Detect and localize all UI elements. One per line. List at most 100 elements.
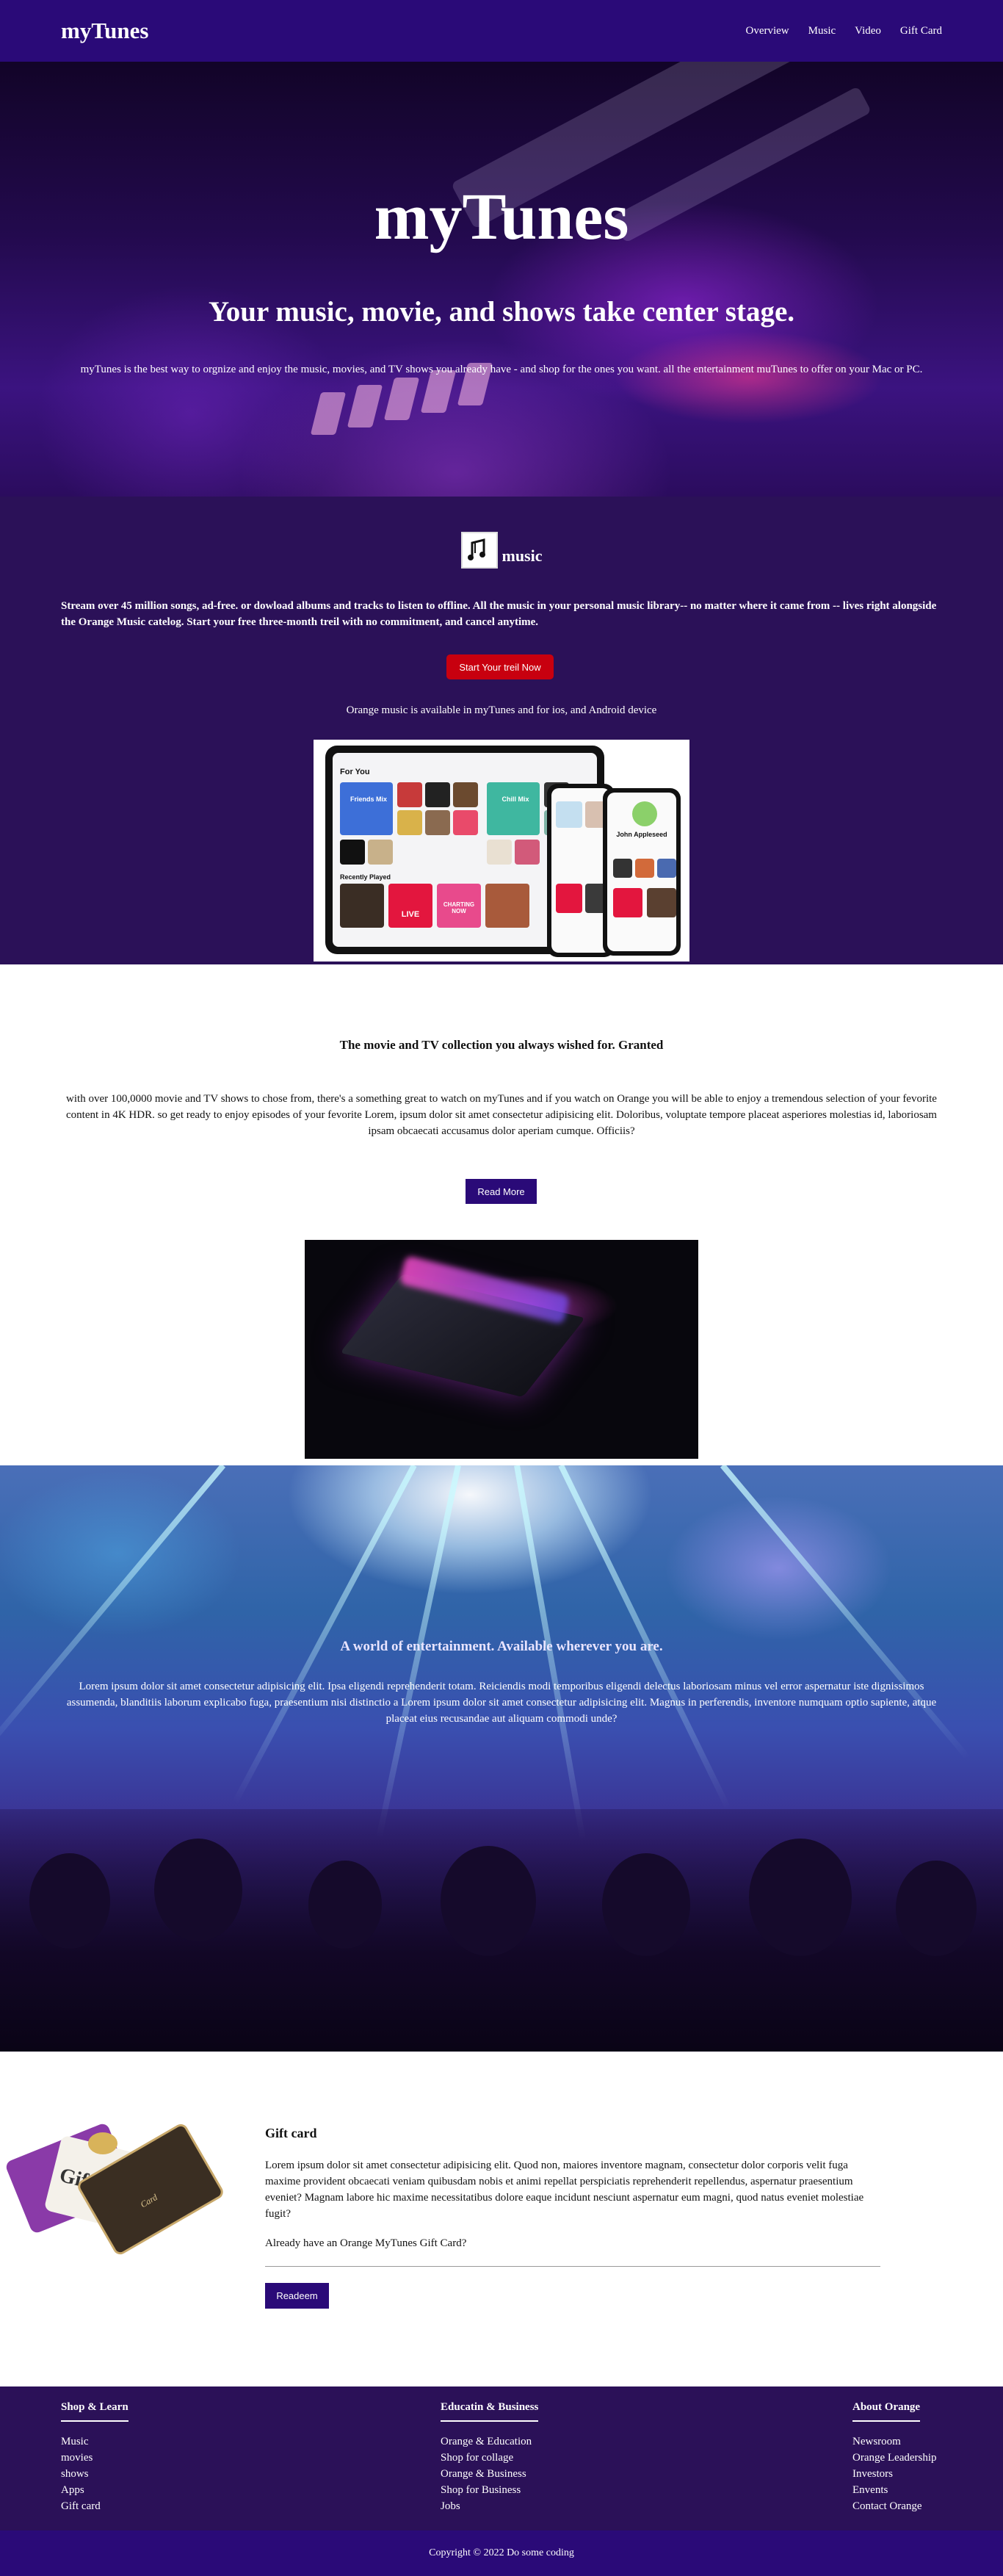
footer-link[interactable]: Orange & Education bbox=[441, 2434, 538, 2450]
profile-name: John Appleseed bbox=[616, 831, 667, 838]
live-radio-tile: LIVE bbox=[388, 884, 432, 928]
album-tile bbox=[556, 801, 582, 828]
live-radio-tile bbox=[613, 888, 642, 917]
crowd-head bbox=[896, 1861, 977, 1956]
chill-mix-tile: Chill Mix bbox=[487, 782, 540, 835]
redeem-button[interactable]: Readeem bbox=[265, 2283, 329, 2309]
read-more-button[interactable]: Read More bbox=[466, 1179, 537, 1204]
music-section: music Stream over 45 million songs, ad-f… bbox=[0, 497, 1003, 964]
devices-image: For You Friends Mix Chill Mix Recently P… bbox=[314, 740, 689, 962]
footer-link[interactable]: Shop for Business bbox=[441, 2482, 538, 2498]
phone-device: John Appleseed bbox=[603, 788, 681, 956]
brand-logo[interactable]: myTunes bbox=[61, 18, 148, 44]
footer-heading: Educatin & Business bbox=[441, 2401, 539, 2422]
divider bbox=[265, 2266, 880, 2267]
phone-screen: John Appleseed bbox=[607, 793, 676, 951]
crowd-head bbox=[29, 1853, 110, 1949]
gift-card-section: Gift Card Gift card Lorem ipsum dolor si… bbox=[0, 2052, 1003, 2386]
album-tile bbox=[613, 859, 632, 878]
nav-link-overview[interactable]: Overview bbox=[746, 25, 789, 37]
hero-title: myTunes bbox=[374, 181, 629, 253]
music-notes-icon bbox=[460, 532, 498, 569]
concert-section: A world of entertainment. Available wher… bbox=[0, 1465, 1003, 2052]
album-tile bbox=[368, 840, 393, 865]
album-tile bbox=[635, 859, 654, 878]
album-tile bbox=[487, 840, 512, 865]
album-tile bbox=[425, 782, 450, 807]
album-tile bbox=[453, 782, 478, 807]
movie-description: with over 100,0000 movie and TV shows to… bbox=[66, 1093, 937, 1137]
footer-link[interactable]: Newsroom bbox=[852, 2434, 937, 2450]
footer-link[interactable]: Orange Leadership bbox=[852, 2450, 937, 2466]
footer-link[interactable]: Jobs bbox=[441, 2498, 538, 2514]
concert-title: A world of entertainment. Available wher… bbox=[340, 1639, 663, 1654]
crowd-head bbox=[308, 1861, 382, 1949]
top-navbar: myTunes Overview Music Video Gift Card bbox=[0, 0, 1003, 62]
hero-section: myTunes Your music, movie, and shows tak… bbox=[0, 62, 1003, 497]
gift-title: Gift card bbox=[265, 2126, 317, 2140]
dj-controller-key bbox=[310, 392, 347, 435]
footer-link[interactable]: movies bbox=[61, 2450, 128, 2466]
footer-link[interactable]: Gift card bbox=[61, 2498, 128, 2514]
charting-now-tile: CHARTING NOW bbox=[437, 884, 481, 928]
movie-section: The movie and TV collection you always w… bbox=[0, 964, 1003, 1465]
album-tile bbox=[647, 888, 676, 917]
footer-link[interactable]: Envents bbox=[852, 2482, 937, 2498]
availability-text: Orange music is available in myTunes and… bbox=[346, 704, 657, 716]
phone-screen bbox=[551, 788, 610, 953]
stage-light-beam bbox=[232, 1465, 417, 1805]
footer-link[interactable]: Music bbox=[61, 2434, 128, 2450]
music-description: Stream over 45 million songs, ad-free. o… bbox=[61, 600, 937, 628]
footer-column-education: Educatin & Business Orange & Education S… bbox=[441, 2400, 539, 2514]
album-tile bbox=[453, 810, 478, 835]
album-tile bbox=[397, 782, 422, 807]
dj-controller-key bbox=[347, 385, 383, 427]
footer-link[interactable]: Contact Orange bbox=[852, 2498, 937, 2514]
nav-link-music[interactable]: Music bbox=[808, 25, 836, 37]
footer-column-shop: Shop & Learn Music movies shows Apps Gif… bbox=[61, 2400, 128, 2514]
crowd-head bbox=[749, 1839, 852, 1956]
gift-question: Already have an Orange MyTunes Gift Card… bbox=[265, 2237, 467, 2249]
album-tile bbox=[340, 840, 365, 865]
gift-card-brown-label: Card bbox=[138, 2192, 159, 2210]
crowd-head bbox=[441, 1846, 536, 1956]
footer: Shop & Learn Music movies shows Apps Gif… bbox=[0, 2386, 1003, 2530]
album-tile bbox=[515, 840, 540, 865]
album-tile bbox=[397, 810, 422, 835]
concert-description: Lorem ipsum dolor sit amet consectetur a… bbox=[66, 1681, 937, 1725]
friends-mix-tile: Friends Mix bbox=[340, 782, 393, 835]
nav-links: Overview Music Video Gift Card bbox=[746, 25, 943, 37]
stage-light-beam bbox=[558, 1465, 731, 1811]
nav-link-video[interactable]: Video bbox=[855, 25, 881, 37]
dj-controller-key bbox=[383, 378, 420, 420]
footer-column-about: About Orange Newsroom Orange Leadership … bbox=[852, 2400, 937, 2514]
hero-subtitle: Your music, movie, and shows take center… bbox=[208, 296, 795, 328]
movie-title: The movie and TV collection you always w… bbox=[339, 1038, 664, 1052]
album-tile bbox=[425, 810, 450, 835]
avatar bbox=[632, 801, 657, 826]
start-trial-button[interactable]: Start Your treil Now bbox=[446, 654, 554, 679]
footer-link[interactable]: Apps bbox=[61, 2482, 128, 2498]
crowd-silhouette bbox=[0, 1809, 1003, 2052]
for-you-label: For You bbox=[340, 768, 370, 776]
footer-link[interactable]: shows bbox=[61, 2466, 128, 2482]
gift-description: Lorem ipsum dolor sit amet consectetur a… bbox=[265, 2160, 864, 2220]
crowd-head bbox=[602, 1853, 690, 1956]
music-label: music bbox=[502, 546, 543, 565]
hero-description: myTunes is the best way to orgnize and e… bbox=[80, 364, 923, 375]
gift-bow-icon bbox=[88, 2132, 117, 2154]
copyright-bar: Copyright © 2022 Do some coding bbox=[0, 2530, 1003, 2576]
album-tile bbox=[485, 884, 529, 928]
gift-card-image: Gift Card bbox=[0, 2118, 242, 2257]
nav-link-gift-card[interactable]: Gift Card bbox=[900, 25, 942, 37]
live-radio-tile bbox=[556, 884, 582, 913]
music-heading: music bbox=[0, 532, 1003, 569]
crowd-head bbox=[154, 1839, 242, 1941]
recently-played-label: Recently Played bbox=[340, 873, 391, 881]
album-tile bbox=[340, 884, 384, 928]
footer-link[interactable]: Investors bbox=[852, 2466, 937, 2482]
footer-heading: Shop & Learn bbox=[61, 2401, 128, 2422]
footer-link[interactable]: Orange & Business bbox=[441, 2466, 538, 2482]
laptop-image bbox=[305, 1240, 698, 1459]
footer-link[interactable]: Shop for collage bbox=[441, 2450, 538, 2466]
